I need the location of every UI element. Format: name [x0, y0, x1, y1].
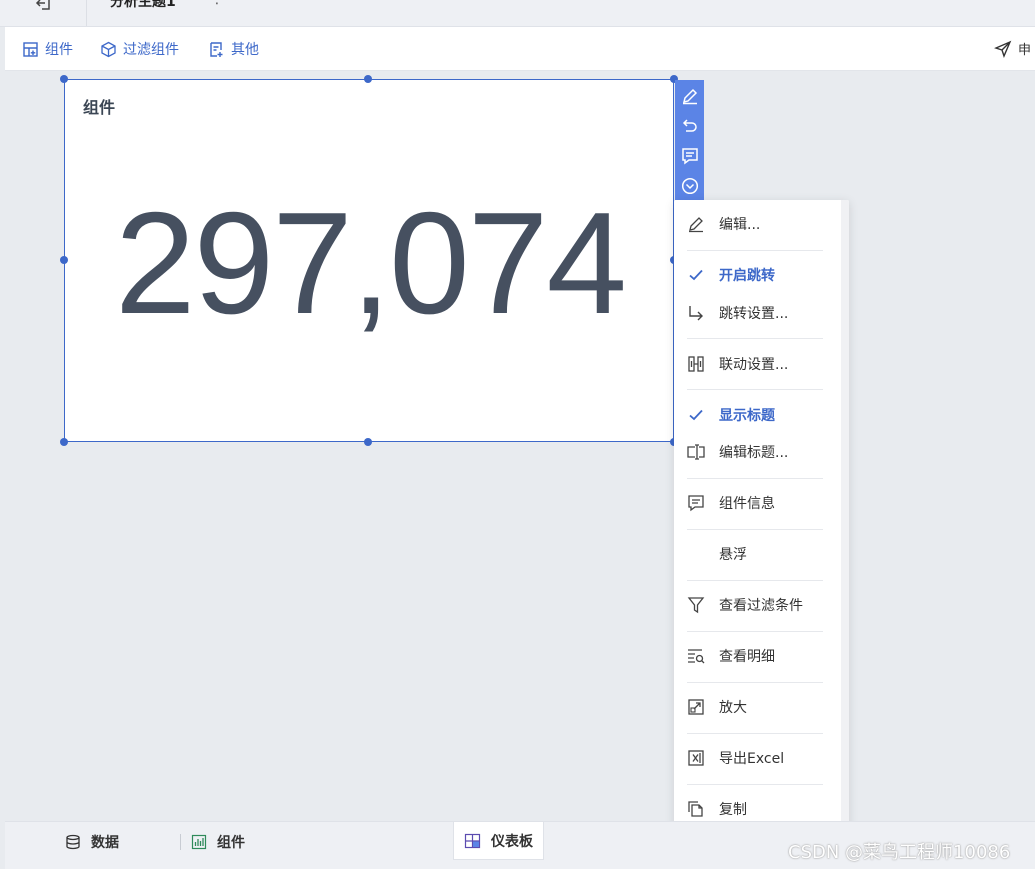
- menu-item-export-excel[interactable]: 导出Excel: [674, 745, 839, 771]
- link-icon: [686, 354, 706, 374]
- menu-item-show-title[interactable]: 显示标题: [674, 402, 839, 428]
- tab-label: 数据: [91, 835, 119, 851]
- other-button[interactable]: 其他: [208, 40, 259, 58]
- menu-item-label: 悬浮: [719, 547, 747, 563]
- menu-item-widget-info[interactable]: 组件信息: [674, 490, 839, 516]
- filter-widget-icon: [101, 41, 116, 57]
- resize-handle-top-left[interactable]: [60, 75, 68, 83]
- menu-item-label: 查看过滤条件: [719, 598, 803, 614]
- widget-tool-strip: [675, 80, 704, 200]
- menu-scrollbar[interactable]: [841, 200, 849, 869]
- menu-item-edit[interactable]: 编辑...: [674, 211, 839, 237]
- menu-divider: [687, 784, 823, 785]
- send-icon: [994, 40, 1012, 58]
- menu-divider: [687, 682, 823, 683]
- resize-handle-bottom-left[interactable]: [60, 438, 68, 446]
- resize-handle-top[interactable]: [364, 75, 372, 83]
- menu-item-copy[interactable]: 复制: [674, 796, 839, 822]
- tab-label: 组件: [217, 835, 245, 851]
- edit-icon: [686, 214, 706, 234]
- divider: [180, 834, 181, 850]
- add-widget-icon: [23, 41, 38, 57]
- edit-icon[interactable]: [679, 84, 701, 108]
- menu-item-label: 放大: [719, 700, 747, 716]
- resize-handle-left[interactable]: [60, 256, 68, 264]
- excel-icon: [686, 748, 706, 768]
- menu-item-label: 查看明细: [719, 649, 775, 665]
- menu-item-label: 联动设置...: [719, 357, 789, 373]
- more-icon[interactable]: ⋮: [210, 0, 224, 7]
- menu-item-label: 组件信息: [719, 496, 775, 512]
- menu-item-label: 导出Excel: [719, 751, 785, 767]
- resize-handle-bottom[interactable]: [364, 438, 372, 446]
- menu-item-view-detail[interactable]: 查看明细: [674, 643, 839, 669]
- filter-widget-button[interactable]: 过滤组件: [100, 40, 179, 58]
- copy-icon: [686, 799, 706, 819]
- menu-item-label: 编辑标题...: [719, 445, 789, 461]
- tab-data[interactable]: 数据: [65, 822, 119, 862]
- publish-label: 申: [1017, 43, 1031, 58]
- info-comment-icon: [686, 493, 706, 513]
- menu-item-label: 显示标题: [719, 408, 775, 424]
- menu-divider: [687, 338, 823, 339]
- menu-item-label: 编辑...: [719, 217, 761, 233]
- menu-item-view-filters[interactable]: 查看过滤条件: [674, 592, 839, 618]
- exit-icon[interactable]: [30, 0, 58, 14]
- kpi-value: 297,074: [114, 182, 627, 344]
- menu-divider: [687, 733, 823, 734]
- check-icon: [686, 405, 706, 425]
- menu-item-jump-settings[interactable]: 跳转设置...: [674, 300, 839, 326]
- other-icon: [210, 41, 223, 57]
- tab-label: 仪表板: [491, 833, 533, 850]
- undo-icon[interactable]: [679, 114, 701, 138]
- edit-title-icon: [686, 442, 706, 462]
- menu-divider: [687, 478, 823, 479]
- menu-divider: [687, 580, 823, 581]
- filter-widget-label: 过滤组件: [123, 42, 179, 58]
- tab-dashboard[interactable]: 仪表板: [453, 822, 544, 860]
- menu-item-label: 跳转设置...: [719, 306, 789, 322]
- chevron-down-circle-icon[interactable]: [679, 174, 701, 198]
- maximize-icon: [686, 697, 706, 717]
- widget-context-menu: 编辑... 开启跳转 跳转设置... 联动设置... 显示标题 编辑标题... …: [674, 200, 849, 869]
- menu-item-label: 开启跳转: [719, 268, 775, 284]
- publish-button[interactable]: 申: [994, 39, 1031, 58]
- other-label: 其他: [231, 42, 259, 58]
- menu-item-label: 复制: [719, 802, 747, 818]
- jump-arrow-icon: [686, 303, 706, 323]
- menu-item-float[interactable]: 悬浮: [674, 541, 839, 567]
- menu-item-maximize[interactable]: 放大: [674, 694, 839, 720]
- funnel-icon: [686, 595, 706, 615]
- menu-divider: [687, 389, 823, 390]
- add-widget-label: 组件: [45, 42, 73, 58]
- add-widget-button[interactable]: 组件: [22, 40, 73, 58]
- topic-tab-title[interactable]: 分析主题1: [110, 0, 176, 11]
- chart-icon: [191, 834, 207, 850]
- menu-item-link-settings[interactable]: 联动设置...: [674, 351, 839, 377]
- dashboard-icon: [464, 833, 481, 848]
- check-icon: [686, 265, 706, 285]
- widget-title: 组件: [83, 98, 116, 117]
- menu-item-edit-title[interactable]: 编辑标题...: [674, 439, 839, 465]
- divider: [86, 0, 87, 26]
- top-bar: 分析主题1 ⋮: [0, 0, 1035, 27]
- tab-widget[interactable]: 组件: [191, 822, 245, 862]
- kpi-widget[interactable]: 组件 297,074: [64, 79, 674, 442]
- comment-icon[interactable]: [679, 144, 701, 168]
- detail-search-icon: [686, 646, 706, 666]
- toolbar: 组件 过滤组件 其他 申: [5, 27, 1035, 71]
- menu-item-enable-jump[interactable]: 开启跳转: [674, 262, 839, 288]
- menu-divider: [687, 529, 823, 530]
- watermark: CSDN @菜鸟工程师10086: [788, 842, 1011, 863]
- database-icon: [66, 834, 80, 850]
- menu-divider: [687, 250, 823, 251]
- menu-divider: [687, 631, 823, 632]
